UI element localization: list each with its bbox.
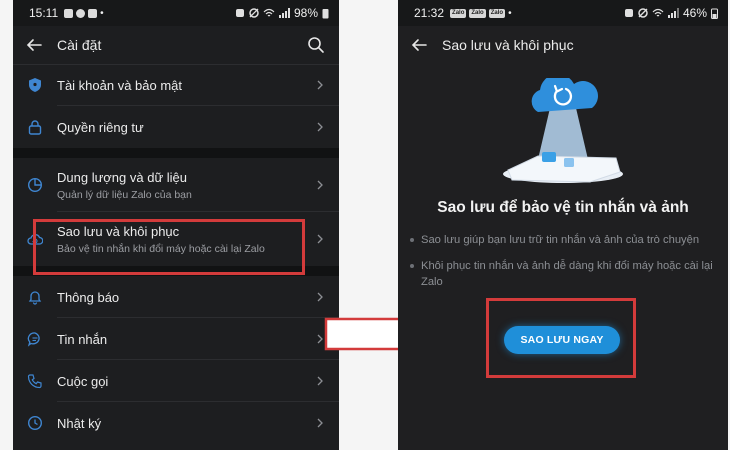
cloud-backup-illustration [503,78,623,183]
chevron-right-icon [317,80,323,90]
more-notifications-icon: • [100,7,104,19]
mute-icon [638,8,648,18]
bullet-icon [410,238,414,242]
zalo-notification-icon: Zalo [469,8,486,18]
chevron-right-icon [317,180,323,190]
wifi-icon [652,8,664,17]
notification-icon [88,8,98,18]
back-arrow-icon[interactable] [25,36,43,54]
section-gap [13,148,339,158]
chevron-right-icon [317,418,323,428]
notification-icon [76,8,86,18]
settings-item-description: Quản lý dữ liệu Zalo của bạn [57,188,192,201]
backup-restore-screen: 21:32 Zalo Zalo Zalo • 46% Sao lưu và kh… [398,0,728,450]
wifi-icon [263,8,275,17]
status-bar: 21:32 Zalo Zalo Zalo • 46% [398,0,728,26]
notification-icons: • [64,8,104,19]
app-bar: Sao lưu và khôi phục [398,26,728,64]
status-bar: 15:11 • 98% [13,0,339,26]
signal-icon [278,8,290,18]
section-gap [13,266,339,276]
shield-icon [29,78,41,92]
signal-icon [667,8,679,18]
settings-item-label: Tin nhắn [57,331,108,347]
pie-chart-icon [27,177,43,193]
chevron-right-icon [317,122,323,132]
settings-list: Tài khoản và bảo mật Quyền riêng tư Dung… [13,64,339,444]
battery-level: 46% [682,6,707,20]
battery-level: 98% [293,6,318,20]
status-time: 15:11 [29,6,59,20]
settings-item-storage-data[interactable]: Dung lượng và dữ liệu Quản lý dữ liệu Za… [13,158,339,212]
settings-item-label: Quyền riêng tư [57,119,144,135]
page-title: Cài đặt [57,37,102,53]
alarm-icon [624,9,633,17]
notification-icons: Zalo Zalo Zalo • [450,8,512,19]
benefit-text: Khôi phục tin nhắn và ảnh dễ dàng khi đổ… [421,260,713,288]
settings-item-label: Sao lưu và khôi phục [57,223,180,239]
more-notifications-icon: • [508,7,512,19]
settings-item-privacy[interactable]: Quyền riêng tư [13,106,339,148]
page-title: Sao lưu và khôi phục [442,37,574,53]
settings-item-notifications[interactable]: Thông báo [13,276,339,318]
settings-item-calls[interactable]: Cuộc gọi [13,360,339,402]
lock-icon [28,120,42,135]
phone-icon [27,374,42,389]
settings-item-description: Bảo vệ tin nhắn khi đổi máy hoặc cài lại… [57,242,265,255]
status-time: 21:32 [414,6,445,20]
settings-item-label: Cuộc gọi [57,373,109,389]
chevron-right-icon [317,234,323,244]
zalo-notification-icon: Zalo [488,8,506,18]
backup-now-button[interactable]: SAO LƯU NGAY [504,326,620,354]
chat-bubble-icon [27,332,40,347]
clock-icon [27,415,43,431]
cloud-restore-icon [27,234,43,245]
system-status: 46% [624,6,718,20]
battery-icon [711,8,718,19]
settings-item-label: Nhật ký [57,415,102,431]
settings-item-label: Dung lượng và dữ liệu [57,169,187,185]
bullet-icon [410,264,414,268]
notification-icon [64,8,74,18]
chevron-right-icon [317,376,323,386]
settings-item-account-security[interactable]: Tài khoản và bảo mật [13,64,339,106]
back-arrow-icon[interactable] [410,36,428,54]
settings-screen: 15:11 • 98% Cài đặt Tài khoản và bảo mật [13,0,339,450]
zalo-notification-icon: Zalo [450,8,467,18]
battery-icon [322,8,329,18]
mute-icon [249,8,259,18]
settings-item-label: Thông báo [57,289,120,305]
benefit-item: Sao lưu giúp bạn lưu trữ tin nhắn và ảnh… [410,232,714,248]
system-status: 98% [235,6,329,20]
benefit-text: Sao lưu giúp bạn lưu trữ tin nhắn và ảnh… [421,234,700,246]
bell-icon [28,291,42,305]
search-icon[interactable] [307,36,325,54]
benefit-list: Sao lưu giúp bạn lưu trữ tin nhắn và ảnh… [410,232,714,300]
settings-item-label: Tài khoản và bảo mật [57,77,183,93]
alarm-icon [235,9,244,17]
backup-headline: Sao lưu để bảo vệ tin nhắn và ảnh [437,199,689,216]
settings-item-messages[interactable]: Tin nhắn [13,318,339,360]
settings-item-timeline[interactable]: Nhật ký [13,402,339,444]
benefit-item: Khôi phục tin nhắn và ảnh dễ dàng khi đổ… [410,258,714,290]
settings-item-backup-restore[interactable]: Sao lưu và khôi phục Bảo vệ tin nhắn khi… [13,212,339,266]
app-bar: Cài đặt [13,26,339,65]
